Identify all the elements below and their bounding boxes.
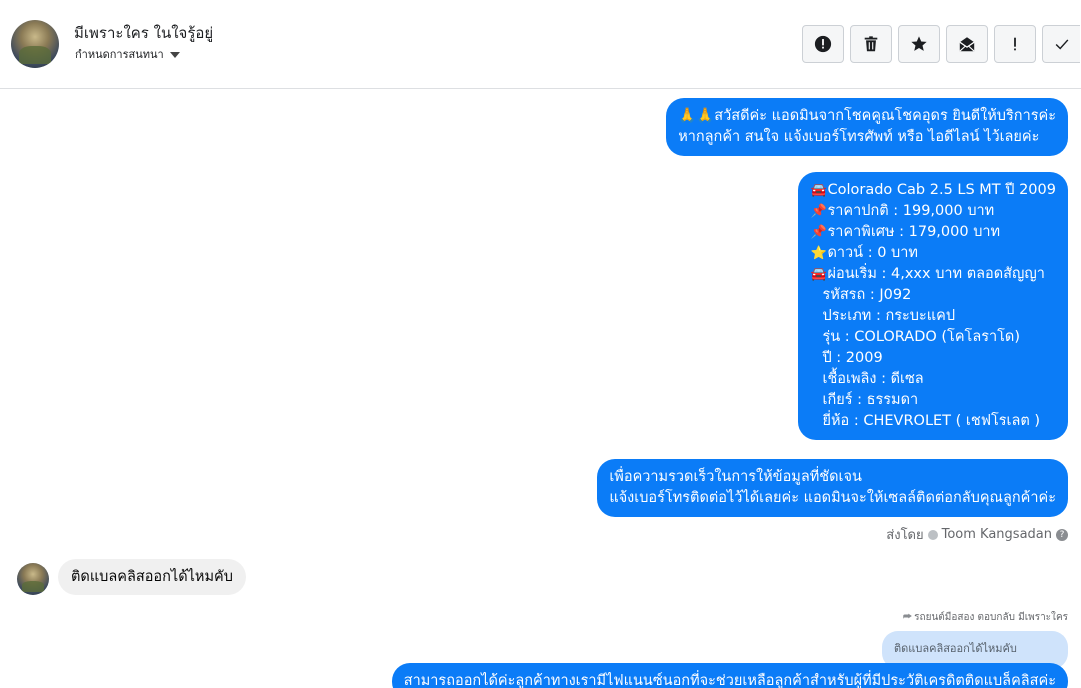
message-line: รุ่น : COLORADO (โคโลราโด) [822,329,1021,345]
important-icon [1014,37,1016,51]
sent-by-prefix: ส่งโดย [886,528,924,543]
help-icon[interactable]: ? [1056,528,1068,541]
report-icon [814,35,832,53]
car-icon: 🚘 [810,267,827,282]
outgoing-message-car-details[interactable]: 🚘Colorado Cab 2.5 LS MT ปี 2009 📌ราคาปกต… [798,172,1068,440]
car-icon: 🚘 [810,183,827,198]
outgoing-message-contact-request[interactable]: เพื่อความรวดเร็วในการให้ข้อมูลที่ชัดเจน … [597,459,1068,517]
incoming-message[interactable]: ติดแบลคลิสออกได้ไหมคับ [58,559,246,595]
message-line: เชื้อเพลิง : ดีเซล [822,371,924,387]
mark-unread-button[interactable] [946,25,988,63]
star-button[interactable] [898,25,940,63]
outgoing-message-reply[interactable]: สามารถออกได้ค่ะลูกค้าทางเรามีไฟแนนซ์นอกท… [391,663,1068,688]
report-button[interactable] [802,25,844,63]
star-emoji-icon: ⭐ [810,246,827,261]
reply-arrow-icon: ⮫ [902,612,913,623]
conversation-toolbar [802,25,1080,63]
message-line: 📌ราคาปกติ : 199,000 บาท [810,201,1056,222]
reply-note: ⮫ รถยนต์มือสอง ตอบกลับ มีเพราะใคร [903,610,1068,625]
pin-icon: 📌 [810,204,827,219]
message-line: แจ้งเบอร์โทรติดต่อไว้ได้เลยค่ะ แอดมินจะใ… [609,490,1056,506]
conversation-label-dropdown[interactable]: กำหนดการสนทนา [75,45,180,63]
star-icon [911,36,927,51]
sent-status-icon [927,529,938,540]
outgoing-message-greeting[interactable]: 🙏🙏สวัสดีค่ะ แอดมินจากโชคคูณโชคอุดร ยินดี… [666,98,1068,156]
message-line: หากลูกค้า สนใจ แจ้งเบอร์โทรศัพท์ หรือ ไอ… [678,129,1040,145]
mark-unread-icon [959,37,975,52]
contact-name[interactable]: มีเพราะใคร ในใจรู้อยู่ [74,21,213,45]
message-line: ปี : 2009 [822,350,883,366]
check-icon [1055,39,1068,50]
message-line: 📌ราคาพิเศษ : 179,000 บาท [810,222,1056,243]
sent-by-name[interactable]: Toom Kangsadan [942,527,1052,542]
conversation-label-text: กำหนดการสนทนา [75,48,164,61]
message-line: 🚘Colorado Cab 2.5 LS MT ปี 2009 [810,180,1056,201]
sender-avatar[interactable] [17,563,49,595]
pin-icon: 📌 [810,225,827,240]
contact-avatar[interactable] [11,20,59,68]
reply-note-text: รถยนต์มือสอง ตอบกลับ มีเพราะใคร [914,612,1068,623]
trash-icon [864,36,878,52]
sent-by-info: ส่งโดย Toom Kangsadan ? [886,524,1068,545]
conversation-header: มีเพราะใคร ในใจรู้อยู่ กำหนดการสนทนา [0,0,1081,89]
message-line: เพื่อความรวดเร็วในการให้ข้อมูลที่ชัดเจน [609,469,862,485]
delete-button[interactable] [850,25,892,63]
message-line: เกียร์ : ธรรมดา [822,392,919,408]
message-line: 🙏🙏สวัสดีค่ะ แอดมินจากโชคคูณโชคอุดร ยินดี… [678,108,1056,124]
message-line: ประเภท : กระบะแคป [822,308,956,324]
message-line: ยี่ห้อ : CHEVROLET ( เชฟโรเลต ) [822,413,1041,429]
message-line: 🚘ผ่อนเริ่ม : 4,xxx บาท ตลอดสัญญา [810,264,1056,285]
message-line: รหัสรถ : J092 [822,287,912,303]
chevron-down-icon [169,52,180,58]
mark-done-button[interactable] [1042,25,1080,63]
message-line: ⭐ดาวน์ : 0 บาท [810,243,1056,264]
important-button[interactable] [994,25,1036,63]
